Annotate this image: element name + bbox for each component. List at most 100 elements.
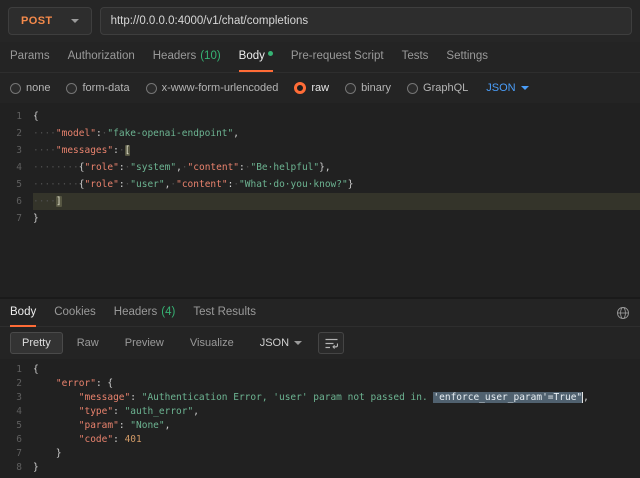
code-token: ····: [33, 196, 56, 207]
tab-label: Headers: [114, 306, 157, 318]
url-text: http://0.0.0.0:4000/v1/chat/completions: [111, 15, 309, 27]
line-number: 2: [0, 377, 33, 391]
response-body-editor[interactable]: 1{2 "error": {3 "message": "Authenticati…: [0, 359, 640, 478]
code-token: "system": [130, 162, 176, 173]
code-token: ········: [33, 162, 79, 173]
tab-label: Cookies: [54, 306, 96, 318]
view-mode-visualize[interactable]: Visualize: [178, 332, 246, 354]
url-input[interactable]: http://0.0.0.0:4000/v1/chat/completions: [100, 7, 632, 35]
code-token: ····: [33, 128, 56, 139]
code-line-2[interactable]: 2 "error": {: [0, 377, 640, 391]
line-number: 4: [0, 159, 33, 176]
code-line-1[interactable]: 1{: [0, 363, 640, 377]
code-token: "Authentication Error, 'user' param not …: [142, 392, 434, 403]
line-number: 5: [0, 419, 33, 433]
code-text: }: [33, 447, 640, 461]
radio-icon: [407, 83, 418, 94]
method-label: POST: [21, 15, 53, 27]
code-token: "message": [79, 392, 130, 403]
code-text: ····"model":·"fake-openai-endpoint",: [33, 125, 640, 142]
response-language-label: JSON: [260, 337, 289, 349]
response-tab-headers[interactable]: Headers(4): [114, 299, 176, 327]
code-token: {: [33, 364, 39, 375]
code-token: {: [107, 378, 113, 389]
request-tabs-row: Params Authorization Headers(10) Body Pre-re…: [0, 42, 640, 73]
code-line-7[interactable]: 7 }: [0, 447, 640, 461]
request-tab-authorization[interactable]: Authorization: [68, 42, 135, 72]
request-tab-params[interactable]: Params: [10, 42, 50, 72]
code-token: },: [319, 162, 330, 173]
response-tab-body[interactable]: Body: [10, 299, 36, 327]
request-tab-pre-request-script[interactable]: Pre-request Script: [291, 42, 384, 72]
chevron-down-icon: [71, 19, 79, 23]
body-mode-form-data[interactable]: form-data: [66, 82, 129, 94]
request-tab-body[interactable]: Body: [239, 42, 273, 72]
code-token: 'enforce_user_param'=True": [433, 392, 582, 403]
code-line-4[interactable]: 4 "type": "auth_error",: [0, 405, 640, 419]
line-number: 7: [0, 210, 33, 227]
chevron-down-icon: [294, 341, 302, 345]
code-text: ····"messages":·[: [33, 142, 640, 159]
code-line-8[interactable]: 8}: [0, 461, 640, 475]
code-token: "fake-openai-endpoint": [107, 128, 233, 139]
code-token: ····: [33, 145, 56, 156]
code-line-3[interactable]: 3 "message": "Authentication Error, 'use…: [0, 391, 640, 405]
radio-icon: [345, 83, 356, 94]
line-number: 8: [0, 461, 33, 475]
code-token: }: [33, 213, 39, 224]
radio-icon: [66, 83, 77, 94]
mode-label: none: [26, 82, 50, 94]
code-token: "None": [130, 420, 164, 431]
request-tab-headers[interactable]: Headers(10): [153, 42, 221, 72]
response-view-selector: PrettyRawPreviewVisualize: [10, 332, 246, 354]
code-token: "type": [79, 406, 113, 417]
body-language-dropdown[interactable]: JSON: [486, 82, 528, 94]
method-dropdown[interactable]: POST: [8, 7, 92, 35]
request-tab-tests[interactable]: Tests: [402, 42, 429, 72]
code-line-5[interactable]: 5········{"role":·"user",·"content":·"Wh…: [0, 176, 640, 193]
code-line-6[interactable]: 6 "code": 401: [0, 433, 640, 447]
body-mode-raw[interactable]: raw: [294, 82, 329, 94]
response-tabs: Body Cookies Headers(4) Test Results: [10, 299, 256, 327]
view-mode-raw[interactable]: Raw: [65, 332, 111, 354]
body-mode-none[interactable]: none: [10, 82, 50, 94]
view-mode-preview[interactable]: Preview: [113, 332, 176, 354]
code-line-1[interactable]: 1{: [0, 108, 640, 125]
code-line-2[interactable]: 2····"model":·"fake-openai-endpoint",: [0, 125, 640, 142]
code-text: "type": "auth_error",: [33, 405, 640, 419]
response-tab-test-results[interactable]: Test Results: [193, 299, 256, 327]
line-number: 6: [0, 193, 33, 210]
globe-icon[interactable]: [616, 306, 630, 320]
code-token: ,: [165, 420, 171, 431]
code-token: [33, 406, 79, 417]
tab-label: Tests: [402, 50, 429, 62]
request-tab-settings[interactable]: Settings: [446, 42, 488, 72]
response-language-dropdown[interactable]: JSON: [260, 337, 302, 349]
code-line-4[interactable]: 4········{"role":·"system",·"content":·"…: [0, 159, 640, 176]
radio-icon: [10, 83, 21, 94]
code-token: ,: [233, 128, 239, 139]
view-mode-pretty[interactable]: Pretty: [10, 332, 63, 354]
code-line-7[interactable]: 7}: [0, 210, 640, 227]
body-mode-x-www-form-urlencoded[interactable]: x-www-form-urlencoded: [146, 82, 279, 94]
code-text: }: [33, 461, 640, 475]
mode-label: binary: [361, 82, 391, 94]
wrap-lines-button[interactable]: [318, 332, 344, 354]
response-header: Body Cookies Headers(4) Test Results: [0, 297, 640, 327]
code-line-5[interactable]: 5 "param": "None",: [0, 419, 640, 433]
radio-icon: [146, 83, 157, 94]
mode-label: x-www-form-urlencoded: [162, 82, 279, 94]
request-tabs: Params Authorization Headers(10) Body Pre-re…: [10, 42, 630, 72]
body-mode-binary[interactable]: binary: [345, 82, 391, 94]
request-body-editor[interactable]: 1{2····"model":·"fake-openai-endpoint",3…: [0, 103, 640, 297]
response-tab-cookies[interactable]: Cookies: [54, 299, 96, 327]
code-line-6[interactable]: 6····]: [0, 193, 640, 210]
code-token: "param": [79, 420, 119, 431]
code-line-3[interactable]: 3····"messages":·[: [0, 142, 640, 159]
code-token: [33, 420, 79, 431]
response-header-icons: [616, 306, 630, 320]
body-mode-graphql[interactable]: GraphQL: [407, 82, 468, 94]
request-url-bar: POST http://0.0.0.0:4000/v1/chat/complet…: [0, 0, 640, 42]
code-token: [: [125, 145, 131, 156]
code-token: "role": [85, 179, 119, 190]
